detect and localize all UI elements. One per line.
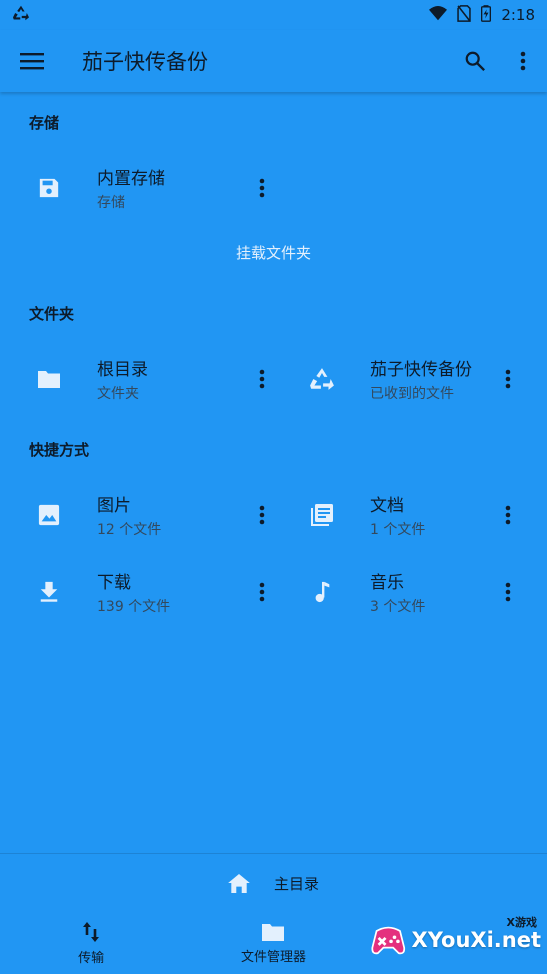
item-more-button[interactable] <box>248 168 276 208</box>
home-directory-label: 主目录 <box>273 874 319 893</box>
item-title: 茄子快传备份 <box>370 360 472 380</box>
folder-item-backup[interactable]: 茄子快传备份 已收到的文件 <box>302 347 522 411</box>
more-vertical-icon <box>505 369 511 389</box>
mount-folder-button[interactable]: 挂载文件夹 <box>0 242 547 263</box>
watermark: XYouXi.net X游戏 <box>371 912 541 968</box>
more-vertical-icon <box>259 178 265 198</box>
folder-icon <box>29 359 69 399</box>
item-title: 音乐 <box>370 573 404 593</box>
save-icon <box>29 168 69 208</box>
item-more-button[interactable] <box>494 495 522 535</box>
home-icon <box>228 873 250 893</box>
item-title: 文档 <box>370 496 404 516</box>
item-title: 图片 <box>97 496 131 516</box>
more-vertical-icon <box>520 51 526 71</box>
tab-transfer[interactable]: 传输 <box>0 912 182 974</box>
item-more-button[interactable] <box>494 572 522 612</box>
watermark-text: XYouXi.net <box>411 928 541 952</box>
hamburger-icon <box>20 53 44 70</box>
item-more-button[interactable] <box>494 359 522 399</box>
section-title-folders: 文件夹 <box>29 305 75 323</box>
shortcut-item-downloads[interactable]: 下载 139 个文件 <box>29 560 276 624</box>
image-icon <box>29 495 69 535</box>
bottom-divider <box>0 853 547 854</box>
shortcut-item-music[interactable]: 音乐 3 个文件 <box>302 560 522 624</box>
item-title: 根目录 <box>97 360 148 380</box>
recycle-icon <box>302 359 342 399</box>
item-subtitle: 3 个文件 <box>370 599 426 615</box>
app-bar: 茄子快传备份 <box>0 30 547 92</box>
music-note-icon <box>302 572 342 612</box>
tab-label: 文件管理器 <box>240 949 306 965</box>
tab-file-manager[interactable]: 文件管理器 <box>182 912 364 974</box>
page-title: 茄子快传备份 <box>82 50 208 74</box>
download-icon <box>29 572 69 612</box>
library-books-icon <box>302 495 342 535</box>
item-subtitle: 1 个文件 <box>370 522 426 538</box>
menu-button[interactable] <box>0 30 64 92</box>
watermark-tag: X游戏 <box>506 916 537 929</box>
item-more-button[interactable] <box>248 359 276 399</box>
section-title-shortcuts: 快捷方式 <box>29 441 90 459</box>
item-subtitle: 存储 <box>97 195 125 211</box>
shortcut-item-pictures[interactable]: 图片 12 个文件 <box>29 483 276 547</box>
wifi-icon <box>429 5 448 25</box>
shortcut-item-documents[interactable]: 文档 1 个文件 <box>302 483 522 547</box>
search-icon <box>465 51 486 72</box>
search-button[interactable] <box>451 30 499 92</box>
gamepad-logo-icon <box>371 926 406 955</box>
item-subtitle: 文件夹 <box>97 386 139 402</box>
item-subtitle: 139 个文件 <box>97 599 171 615</box>
overflow-menu-button[interactable] <box>499 30 547 92</box>
item-subtitle: 12 个文件 <box>97 522 162 538</box>
no-sim-icon <box>457 4 472 26</box>
more-vertical-icon <box>505 582 511 602</box>
folder-item-root[interactable]: 根目录 文件夹 <box>29 347 276 411</box>
more-vertical-icon <box>505 505 511 525</box>
item-more-button[interactable] <box>248 572 276 612</box>
home-directory-button[interactable]: 主目录 <box>0 862 547 904</box>
item-subtitle: 已收到的文件 <box>370 386 454 402</box>
folder-icon <box>262 923 285 941</box>
status-time: 2:18 <box>501 6 535 24</box>
recycle-icon <box>12 5 30 25</box>
tab-label: 传输 <box>78 950 105 966</box>
item-more-button[interactable] <box>248 495 276 535</box>
status-bar: 2:18 <box>0 0 547 30</box>
item-title: 内置存储 <box>97 169 165 189</box>
swap-vertical-icon <box>83 921 100 942</box>
more-vertical-icon <box>259 582 265 602</box>
item-title: 下载 <box>97 573 131 593</box>
storage-item-internal[interactable]: 内置存储 存储 <box>29 156 276 220</box>
battery-icon <box>481 4 492 26</box>
more-vertical-icon <box>259 369 265 389</box>
more-vertical-icon <box>259 505 265 525</box>
section-title-storage: 存储 <box>29 114 60 132</box>
